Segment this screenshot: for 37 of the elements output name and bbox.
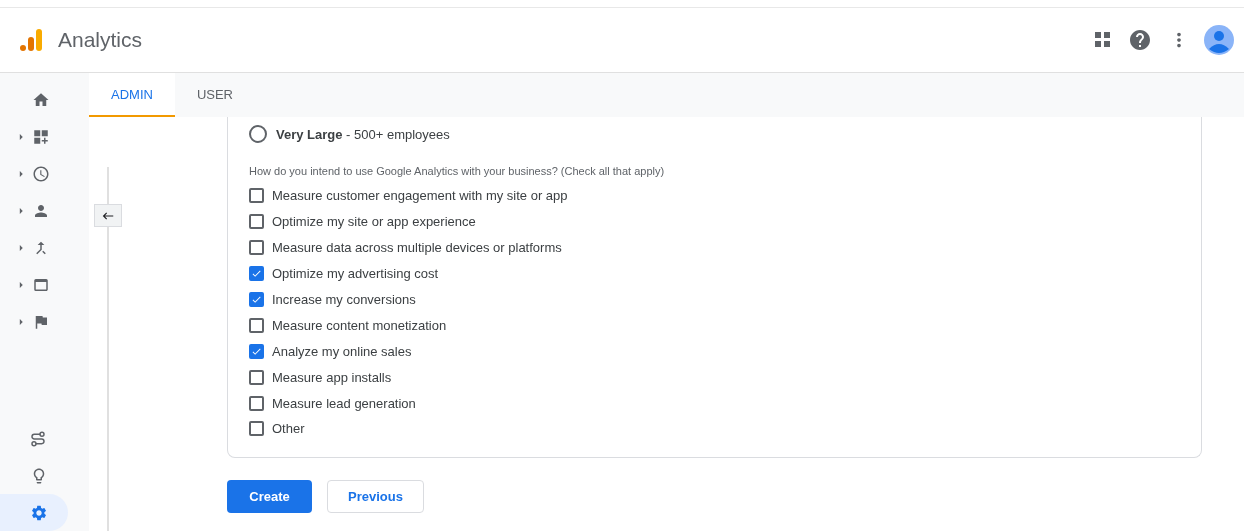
previous-button[interactable]: Previous [327, 479, 424, 513]
analytics-logo-icon [18, 27, 44, 53]
checkbox-label: Measure lead generation [272, 395, 416, 411]
checkbox[interactable] [249, 369, 264, 385]
checkbox[interactable] [249, 421, 264, 437]
question-text: How do you intend to use Google Analytics with your business? (Check all that apply) [249, 165, 666, 177]
checkbox[interactable] [249, 188, 264, 204]
tab[interactable]: USER [174, 73, 255, 117]
checkbox-label: Measure data across multiple devices or platforms [272, 240, 562, 256]
collapse-button[interactable] [94, 204, 122, 227]
checkbox-label: Measure content monetization [272, 317, 447, 333]
checkbox-label: Measure customer engagement with my site or app [272, 188, 568, 204]
checkbox[interactable] [249, 214, 264, 230]
radio-button[interactable] [249, 125, 267, 143]
checkbox-label: Measure app installs [272, 369, 392, 385]
checkbox-label: Optimize my site or app experience [272, 214, 476, 230]
checkbox[interactable] [249, 395, 264, 411]
checkbox[interactable] [249, 240, 264, 256]
route-icon[interactable] [30, 430, 46, 447]
checkbox-label: Increase my conversions [272, 292, 416, 307]
checkbox-label: Analyze my online sales [272, 343, 412, 359]
settings-icon[interactable] [30, 503, 48, 522]
help-icon[interactable] [1128, 28, 1152, 52]
checkbox-label: Optimize my advertising cost [272, 266, 439, 282]
clock-icon[interactable] [32, 164, 50, 183]
dashboard-icon[interactable] [32, 127, 50, 146]
tab[interactable]: ADMIN [89, 73, 175, 117]
checkbox-label: Other [272, 421, 305, 437]
avatar-icon[interactable] [1204, 25, 1234, 55]
create-button[interactable]: Create [227, 479, 312, 513]
radio-label: Very Large - 500+ employees [276, 126, 450, 142]
checkbox[interactable] [249, 317, 264, 333]
checkbox[interactable] [249, 343, 264, 359]
checkbox[interactable] [249, 292, 264, 307]
app-title: Analytics [58, 28, 144, 52]
checkbox[interactable] [249, 266, 264, 282]
apps-grid-icon[interactable] [1094, 31, 1112, 49]
